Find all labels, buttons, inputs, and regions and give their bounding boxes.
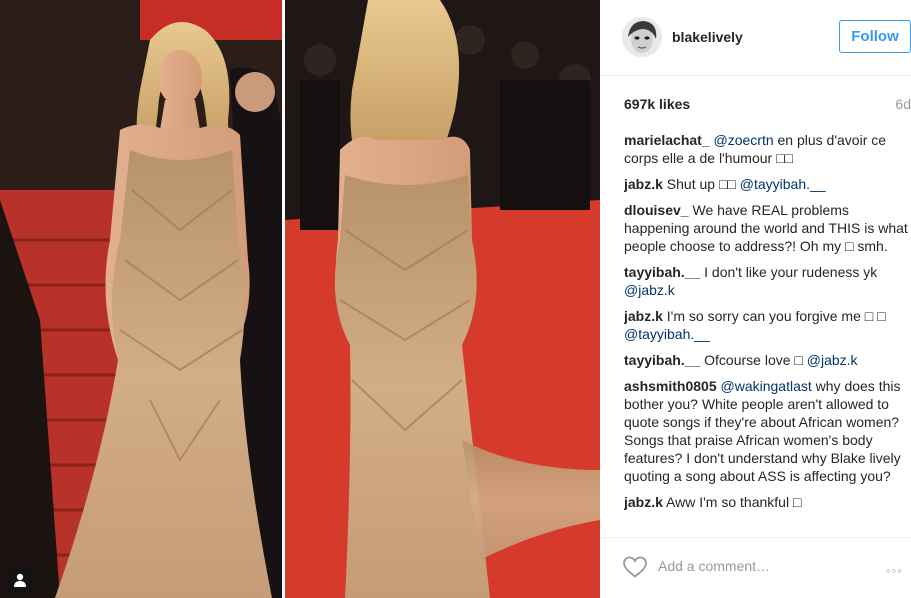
comment-mention-link[interactable]: @tayyibah.__ bbox=[740, 176, 826, 192]
tagged-users-button[interactable] bbox=[6, 566, 34, 594]
username[interactable]: blakelively bbox=[672, 29, 743, 45]
person-tag-icon bbox=[14, 573, 26, 587]
comment-username[interactable]: jabz.k bbox=[624, 176, 663, 192]
comment-item: dlouisev_ We have REAL problems happenin… bbox=[624, 201, 908, 255]
comment-text: Shut up □□ bbox=[666, 176, 740, 192]
comment-item: tayyibah.__ I don't like your rudeness y… bbox=[624, 263, 908, 299]
post-meta: 697k likes 6d bbox=[624, 96, 911, 116]
post-photo[interactable] bbox=[0, 0, 600, 598]
comment-text: I don't like your rudeness yk bbox=[704, 264, 878, 280]
comment-username[interactable]: dlouisev_ bbox=[624, 202, 689, 218]
post-image bbox=[0, 0, 600, 598]
comment-mention-link[interactable]: @tayyibah.__ bbox=[624, 326, 710, 342]
comment-item: ashsmith0805 @wakingatlast why does this… bbox=[624, 377, 908, 485]
comment-item: jabz.k I'm so sorry can you forgive me □… bbox=[624, 307, 908, 343]
follow-button[interactable]: Follow bbox=[839, 20, 911, 53]
avatar[interactable] bbox=[622, 17, 662, 57]
comment-text: Aww I'm so thankful □ bbox=[666, 494, 802, 510]
comment-item: tayyibah.__ Ofcourse love □ @jabz.k bbox=[624, 351, 908, 369]
comment-username[interactable]: jabz.k bbox=[624, 308, 663, 324]
likes-count[interactable]: 697k likes bbox=[624, 96, 690, 112]
post-age[interactable]: 6d bbox=[895, 96, 911, 112]
comment-username[interactable]: jabz.k bbox=[624, 494, 663, 510]
comment-mention-link[interactable]: @jabz.k bbox=[624, 282, 675, 298]
heart-outline-icon[interactable] bbox=[622, 555, 648, 579]
post-side-panel: blakelively Follow 697k likes 6d mariela… bbox=[600, 0, 911, 598]
comment-item: jabz.k Shut up □□ @tayyibah.__ bbox=[624, 175, 908, 193]
comment-username[interactable]: marielachat_ bbox=[624, 132, 710, 148]
comment-username[interactable]: tayyibah.__ bbox=[624, 264, 700, 280]
comment-list[interactable]: marielachat_ @zoecrtn en plus d'avoir ce… bbox=[624, 131, 908, 534]
avatar-image bbox=[622, 17, 662, 57]
comment-username[interactable]: tayyibah.__ bbox=[624, 352, 700, 368]
comment-text: Ofcourse love □ bbox=[704, 352, 807, 368]
comment-mention-link[interactable]: @jabz.k bbox=[807, 352, 858, 368]
more-options-icon[interactable]: ◦◦◦ bbox=[886, 563, 903, 578]
add-comment-row: ◦◦◦ bbox=[600, 537, 911, 598]
comment-item: jabz.k Aww I'm so thankful □ bbox=[624, 493, 908, 511]
comment-text: I'm so sorry can you forgive me □ □ bbox=[666, 308, 886, 324]
add-comment-input[interactable] bbox=[658, 555, 878, 577]
comment-username[interactable]: ashsmith0805 bbox=[624, 378, 717, 394]
comment-item: marielachat_ @zoecrtn en plus d'avoir ce… bbox=[624, 131, 908, 167]
post-header: blakelively Follow bbox=[600, 0, 911, 76]
comment-mention-link[interactable]: @wakingatlast bbox=[721, 378, 812, 394]
comment-mention-link[interactable]: @zoecrtn bbox=[714, 132, 774, 148]
